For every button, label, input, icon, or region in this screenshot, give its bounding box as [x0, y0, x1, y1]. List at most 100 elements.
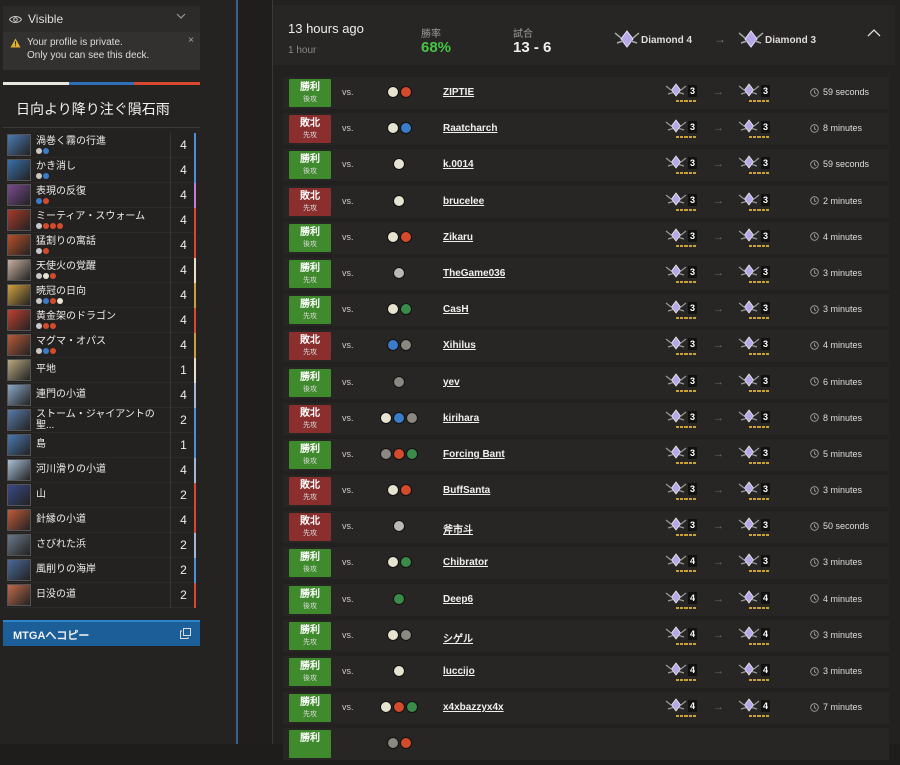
opponent-name[interactable]: x4xbazzyx4x [443, 702, 504, 713]
rank-arrow-icon: → [713, 266, 724, 279]
card-name: 黄金架のドラゴン [36, 311, 116, 322]
opponent-name[interactable]: k.0014 [443, 159, 474, 170]
rank-after: 4 [738, 626, 771, 645]
rank-before: 3 [665, 119, 698, 139]
card-count: 4 [170, 307, 196, 333]
match-row[interactable]: 勝利 後攻 vs. Zikaru 3 → 3 4 minutes [283, 221, 889, 254]
opponent-name[interactable]: brucelee [443, 196, 484, 207]
chevron-up-icon[interactable] [867, 29, 881, 37]
deck-color-bar [3, 82, 201, 85]
match-row[interactable]: 勝利 後攻 vs. luccijo 4 → 4 3 minutes [283, 656, 889, 688]
card-row[interactable]: 日没の道 2 [5, 582, 196, 608]
opponent-name[interactable]: Chibrator [443, 557, 488, 568]
opponent-name[interactable]: Forcing Bant [443, 449, 505, 460]
card-row[interactable]: 渦巻く霧の行進 4 [5, 132, 196, 158]
opponent-name[interactable]: Zikaru [443, 232, 473, 243]
mana-symbol-icon [386, 556, 399, 569]
card-row[interactable]: 天使火の覚醒 4 [5, 257, 196, 283]
visibility-panel: Visible Your profile is private. Only yo… [3, 6, 200, 70]
card-row[interactable]: 河川滑りの小道 4 [5, 457, 196, 483]
opponent-name[interactable]: luccijo [443, 666, 475, 677]
match-row[interactable]: 勝利 先攻 vs. シゲル 4 → 4 3 minutes [283, 619, 889, 652]
card-row[interactable]: 山2 [5, 482, 196, 508]
opponent-name[interactable]: Xihilus [443, 340, 476, 351]
match-row[interactable]: 勝利 [283, 728, 889, 761]
session-summary[interactable]: 13 hours ago 1 hour 勝率 68% 試合 13 - 6 Dia… [273, 5, 895, 65]
copy-to-mtga-button[interactable]: MTGAへコピー [3, 620, 200, 646]
match-row[interactable]: 勝利 後攻 vs. yev 3 → 3 6 minutes [283, 366, 889, 399]
diamond-rank-icon [738, 191, 760, 206]
rank-after: 3 [738, 191, 771, 211]
mana-symbol-icon [386, 122, 399, 135]
result-label: 勝利 [300, 733, 320, 745]
match-row[interactable]: 敗北 先攻 vs. Xihilus 3 → 3 4 minutes [283, 330, 889, 363]
rank-arrow-icon: → [713, 665, 724, 677]
opponent-name[interactable]: TheGame036 [443, 268, 505, 279]
play-order: 先攻 [303, 276, 317, 284]
match-duration: 3 minutes [810, 304, 862, 314]
opponent-name[interactable]: yev [443, 377, 460, 388]
card-row[interactable]: 黄金架のドラゴン 4 [5, 307, 196, 333]
rank-after-tier: 4 [761, 627, 771, 640]
match-row[interactable]: 勝利 後攻 vs. k.0014 3 → 3 59 seconds [283, 149, 889, 182]
match-row[interactable]: 敗北 先攻 vs. brucelee 3 → 3 2 minutes [283, 185, 889, 218]
result-label: 敗北 [300, 480, 320, 492]
rank-progress [749, 715, 770, 718]
match-row[interactable]: 勝利 先攻 vs. CasH 3 → 3 3 minutes [283, 294, 889, 327]
match-row[interactable]: 敗北 先攻 vs. 斧市斗 3 → 3 50 seconds [283, 511, 889, 544]
deck-title: 日向より降り注ぐ隕石雨 [3, 88, 200, 128]
match-result-badge: 勝利 後攻 [289, 368, 331, 397]
dismiss-warning-button[interactable]: × [188, 34, 194, 47]
rank-before-tier: 4 [688, 664, 698, 676]
rank-after-tier: 4 [761, 700, 771, 713]
card-row[interactable]: 風削りの海岸 2 [5, 557, 196, 583]
match-row[interactable]: 勝利 後攻 vs. Deep6 4 → 4 4 minutes [283, 583, 889, 616]
match-result-badge: 敗北 先攻 [289, 187, 331, 216]
opponent-name[interactable]: Deep6 [443, 594, 473, 605]
opponent-colors [386, 737, 412, 750]
card-row[interactable]: 平地 1 [5, 357, 196, 383]
card-row[interactable]: 猛割りの寓話 4 [5, 232, 196, 258]
mana-symbol-icon [393, 411, 405, 424]
opponent-colors [386, 86, 412, 98]
card-name: 平地 [36, 364, 56, 375]
opponent-name[interactable]: BuffSanta [443, 485, 490, 496]
match-row[interactable]: 敗北 先攻 vs. BuffSanta 3 → 3 3 minutes [283, 475, 889, 508]
chevron-down-icon[interactable] [176, 13, 186, 19]
card-row[interactable]: ストーム・ジャイアントの聖... 2 [5, 407, 196, 433]
vs-label: vs. [342, 702, 354, 713]
mana-pip-icon [43, 148, 49, 154]
rank-before: 3 [665, 336, 698, 356]
rank-progress [749, 100, 770, 102]
match-row[interactable]: 敗北 先攻 vs. kirihara 3 → 3 8 minutes [283, 402, 889, 435]
card-row[interactable]: 暁冠の日向 4 [5, 282, 196, 308]
mana-symbol-icon [393, 266, 405, 279]
opponent-name[interactable]: Raatcharch [443, 123, 497, 134]
card-art [7, 159, 31, 181]
rank-before-tier: 4 [688, 555, 698, 568]
opponent-name[interactable]: CasH [443, 304, 469, 315]
opponent-name[interactable]: kirihara [443, 413, 479, 424]
opponent-name[interactable]: ZIPTIE [443, 87, 474, 98]
match-row[interactable]: 勝利 先攻 vs. x4xbazzyx4x 4 → 4 7 minutes [283, 692, 889, 725]
match-duration: 4 minutes [810, 594, 862, 604]
card-row[interactable]: マグマ・オパス 4 [5, 332, 196, 358]
match-result-badge: 敗北 先攻 [289, 404, 331, 433]
match-row[interactable]: 勝利 後攻 vs. Chibrator 4 → 3 3 minutes [283, 547, 889, 580]
card-row[interactable]: 島1 [5, 432, 196, 458]
card-row[interactable]: 連門の小道 4 [5, 382, 196, 408]
rank-after: 3 [738, 300, 771, 320]
opponent-name[interactable]: 斧市斗 [443, 521, 473, 536]
card-row[interactable]: 表現の反復 4 [5, 182, 196, 208]
card-row[interactable]: さびれた浜 2 [5, 532, 196, 558]
match-row[interactable]: 勝利 先攻 vs. TheGame036 3 → 3 3 minutes [283, 257, 889, 290]
card-row[interactable]: ミーティア・スウォーム 4 [5, 207, 196, 233]
match-row[interactable]: 敗北 先攻 vs. Raatcharch 3 → 3 8 minutes [283, 113, 889, 146]
opponent-name[interactable]: シゲル [443, 630, 473, 645]
match-row[interactable]: 勝利 後攻 vs. Forcing Bant 3 → 3 5 minutes [283, 438, 889, 471]
result-label: 勝利 [300, 443, 320, 455]
card-row[interactable]: 針縁の小道 4 [5, 507, 196, 533]
card-row[interactable]: かき消し 4 [5, 157, 196, 183]
visibility-toggle[interactable]: Visible [3, 6, 200, 32]
match-row[interactable]: 勝利 後攻 vs. ZIPTIE 3 → 3 59 seconds [283, 77, 889, 109]
